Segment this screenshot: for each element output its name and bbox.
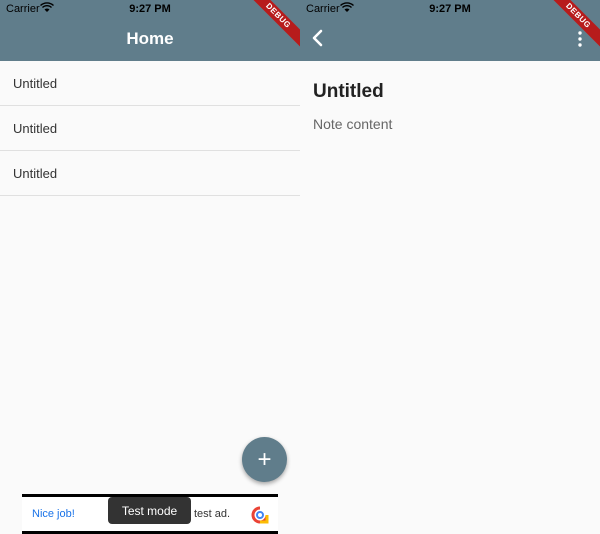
note-content-field[interactable]: Note content (313, 116, 392, 132)
status-time: 9:27 PM (129, 3, 171, 15)
ad-left-text: Nice job! (32, 508, 75, 520)
test-mode-toast: Test mode (108, 497, 191, 524)
note-title-field[interactable]: Untitled (313, 81, 384, 103)
note-item-title: Untitled (13, 165, 58, 181)
list-item[interactable]: Untitled (0, 61, 300, 106)
back-icon[interactable] (310, 29, 326, 47)
detail-appbar: Carrier 9:27 PM DEBUG (300, 0, 600, 61)
home-appbar: Carrier 9:27 PM Home DEBUG (0, 0, 300, 61)
note-detail-screen: Carrier 9:27 PM DEBUG Untitled Note cont… (300, 0, 600, 534)
status-bar: Carrier 9:27 PM (300, 0, 600, 18)
list-item[interactable]: Untitled (0, 106, 300, 151)
status-bar: Carrier 9:27 PM (0, 0, 300, 18)
ad-right-text: test ad. (194, 508, 231, 520)
plus-icon: + (257, 445, 272, 473)
note-item-title: Untitled (13, 120, 58, 136)
list-item[interactable]: Untitled (0, 151, 300, 196)
home-screen: Carrier 9:27 PM Home DEBUG Untitled Unti… (0, 0, 300, 534)
notes-list: Untitled Untitled Untitled (0, 61, 300, 196)
page-title: Home (126, 29, 174, 48)
note-item-title: Untitled (13, 75, 58, 91)
status-time: 9:27 PM (429, 3, 471, 15)
add-note-button[interactable]: + (242, 437, 287, 482)
ad-logo-icon (251, 506, 269, 524)
more-vert-icon[interactable] (576, 31, 584, 47)
